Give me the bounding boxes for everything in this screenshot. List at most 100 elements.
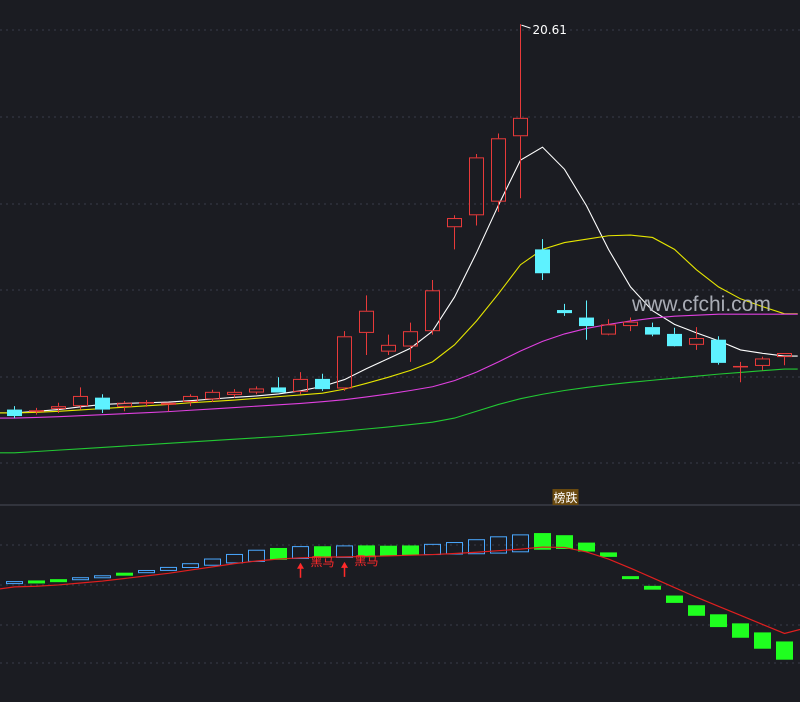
osc-bar-falling (600, 552, 617, 557)
ma10-line (0, 234, 798, 414)
candle-body-up (249, 388, 264, 393)
osc-bar-falling (776, 641, 793, 660)
osc-bar-rising (72, 577, 89, 581)
candle (755, 356, 770, 371)
osc-bar-falling (28, 580, 45, 584)
osc-bar-falling (710, 614, 727, 628)
ma60-line (0, 368, 798, 454)
candle (513, 24, 528, 199)
stock-chart-svg: 20.61 www.cfchi.com 黑马 黑马 榜跌 (0, 23, 800, 664)
candle-body-up (601, 324, 616, 335)
candle (645, 322, 660, 337)
osc-bar-rising (6, 581, 23, 585)
candle-body-down (535, 249, 550, 274)
osc-bar-rising (138, 569, 155, 574)
candle (381, 334, 396, 356)
candle (359, 295, 374, 356)
candle (227, 389, 242, 398)
candle (623, 317, 638, 332)
osc-bar-rising (292, 546, 309, 559)
candle-body-up (117, 402, 132, 407)
candle-body-up (337, 336, 352, 389)
candle (447, 215, 462, 250)
osc-bar-rising (336, 545, 353, 558)
candle (271, 377, 286, 393)
candle (557, 303, 572, 316)
candle-body-up (29, 410, 44, 412)
signal-arrow-head (297, 562, 304, 569)
candle (579, 300, 594, 340)
osc-bar-falling (402, 545, 419, 556)
osc-bar-rising (226, 553, 243, 564)
candle-body-down (667, 333, 682, 347)
candle-body-down (645, 327, 660, 335)
candlesticks (7, 24, 792, 419)
candle (469, 153, 484, 226)
osc-bar-falling (116, 572, 133, 576)
osc-bar-falling (270, 547, 287, 560)
candle-body-down (579, 317, 594, 327)
candle (425, 280, 440, 335)
candle-body-up (205, 391, 220, 400)
osc-bar-falling (622, 576, 639, 580)
candle (293, 372, 308, 395)
ma20-line (0, 313, 798, 419)
oscillator-bars (6, 533, 793, 660)
osc-bar-falling (50, 579, 67, 583)
candle (117, 401, 132, 412)
candle (535, 239, 550, 281)
osc-bar-rising (94, 575, 111, 579)
candle-body-up (689, 338, 704, 345)
candle-body-down (7, 409, 22, 417)
chart-stage: 20.61 www.cfchi.com 黑马 黑马 榜跌 (0, 0, 800, 702)
oscillator-line (0, 546, 800, 635)
candle-body-up (491, 138, 506, 202)
candle-body-up (733, 365, 748, 368)
candle-body-up (227, 391, 242, 395)
osc-bar-rising (204, 558, 221, 566)
candle (601, 319, 616, 336)
candle (315, 373, 330, 391)
candle (711, 336, 726, 365)
osc-bar-rising (182, 563, 199, 569)
high-price-arrow (521, 24, 531, 29)
candle (161, 402, 176, 412)
candle-body-up (425, 290, 440, 332)
candle (249, 386, 264, 395)
osc-bar-falling (732, 623, 749, 638)
ma5-line (0, 146, 798, 414)
grid-lines (0, 29, 800, 664)
candle (95, 394, 110, 413)
candle (7, 406, 22, 419)
candle (29, 407, 44, 415)
osc-bar-falling (644, 585, 661, 590)
candle (491, 133, 506, 212)
candle-body-down (95, 397, 110, 410)
osc-bar-rising (248, 549, 265, 562)
fall-badge-label: 榜跌 (554, 490, 578, 505)
candle-body-down (315, 378, 330, 390)
candle (205, 389, 220, 403)
candle-body-up (755, 358, 770, 366)
signal-arrow-head (341, 561, 348, 568)
osc-bar-rising (160, 566, 177, 571)
candle-body-up (447, 218, 462, 228)
osc-bar-rising (446, 542, 463, 555)
candle-body-up (469, 157, 484, 216)
candle-body-up (51, 406, 66, 409)
candle-body-up (139, 402, 154, 404)
candle-body-down (271, 387, 286, 393)
candle (403, 322, 418, 362)
candle (777, 352, 792, 366)
osc-bar-falling (380, 545, 397, 556)
signal-label: 黑马 (355, 554, 379, 568)
fall-badge: 榜跌 (552, 489, 579, 505)
watermark: www.cfchi.com (631, 293, 771, 316)
osc-bar-falling (754, 632, 771, 649)
high-price-label: 20.61 (533, 23, 567, 37)
candle-body-down (557, 310, 572, 314)
signal-label: 黑马 (311, 555, 335, 569)
osc-bar-falling (688, 605, 705, 616)
osc-bar-falling (666, 595, 683, 603)
candle-body-up (359, 310, 374, 333)
